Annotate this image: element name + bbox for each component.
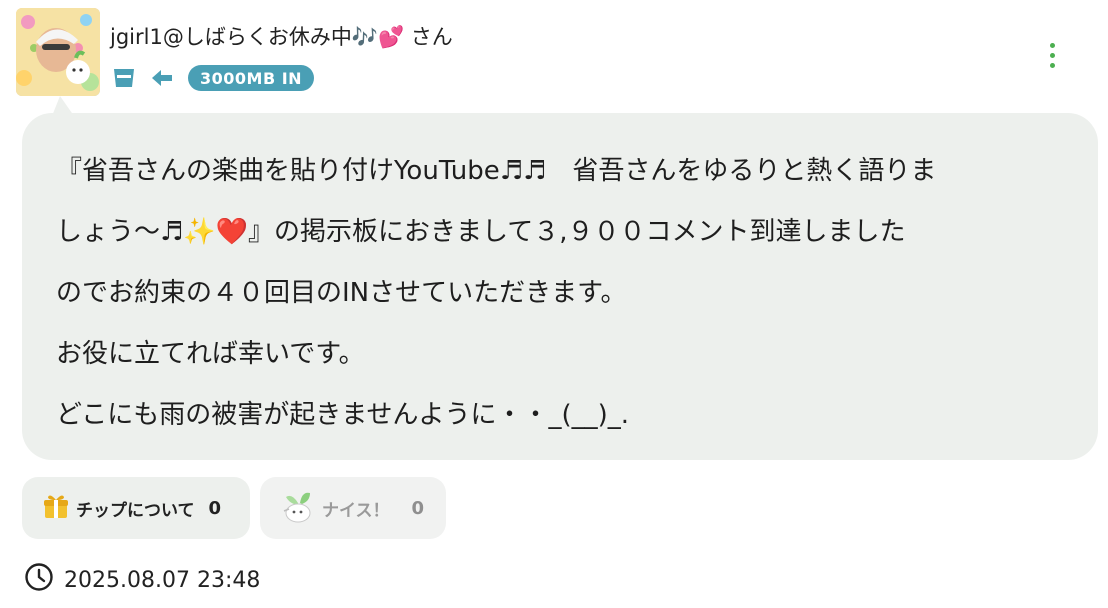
author-name[interactable]: jgirl1@しばらくお休み中🎶💕 さん [110, 20, 453, 54]
message-line: どこにも雨の被害が起きませんように・・_(__)_. [56, 400, 629, 430]
more-vertical-icon-dot [1049, 42, 1055, 48]
post-timestamp: 2025.08.07 23:48 [24, 562, 261, 598]
arrow-left-icon [150, 68, 174, 88]
tip-count: 0 [208, 497, 222, 519]
tip-button[interactable]: チップについて 0 [22, 477, 250, 539]
message-line: お役に立てれば幸いです。 [56, 339, 365, 369]
avatar-image [16, 8, 100, 96]
cup-icon [112, 67, 136, 89]
gift-icon [42, 492, 70, 524]
nice-label: ナイス！ [322, 500, 390, 521]
more-menu-button[interactable] [1038, 38, 1066, 72]
transfer-badge: 3000MB IN [188, 65, 315, 91]
message-line: 『省吾さんの楽曲を貼り付けYouTube♬♬ 省吾さんをゆるりと熱く語りま [56, 156, 937, 186]
avatar[interactable] [16, 8, 100, 96]
more-vertical-icon-dot [1049, 52, 1055, 58]
timestamp-text: 2025.08.07 23:48 [64, 567, 261, 593]
message-line: しょう〜♬✨❤️』の掲示板におきまして３,９００コメント到達しました [56, 217, 906, 247]
post-card: jgirl1@しばらくお休み中🎶💕 さん 3000MB IN 『省吾さんの楽曲を… [0, 0, 1108, 608]
nice-button[interactable]: ナイス！ 0 [260, 477, 446, 539]
tip-label: チップについて [76, 500, 195, 521]
clock-icon [24, 562, 54, 598]
more-vertical-icon-dot [1049, 62, 1055, 68]
author-meta: 3000MB IN [112, 64, 315, 92]
message-line: のでお約束の４０回目のINさせていただきます。 [56, 278, 627, 308]
nice-character-icon [280, 489, 316, 527]
message-bubble: 『省吾さんの楽曲を貼り付けYouTube♬♬ 省吾さんをゆるりと熱く語りま しょ… [22, 113, 1098, 460]
nice-count: 0 [411, 497, 425, 519]
reaction-bar: チップについて 0 ナイス！ 0 [22, 477, 446, 539]
